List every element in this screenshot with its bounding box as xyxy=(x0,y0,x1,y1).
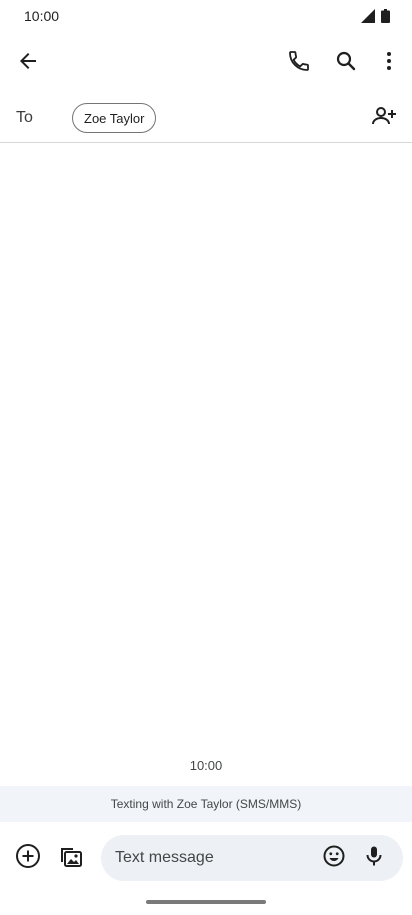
back-button[interactable] xyxy=(8,43,48,83)
recipient-chip-label: Zoe Taylor xyxy=(84,110,145,126)
battery-icon xyxy=(381,9,390,28)
gesture-nav-handle[interactable] xyxy=(146,900,266,904)
recipient-chip[interactable]: Zoe Taylor xyxy=(72,103,157,133)
gallery-button[interactable] xyxy=(51,838,91,878)
search-button[interactable] xyxy=(326,43,366,83)
mic-icon xyxy=(362,844,386,873)
texting-info-text: Texting with Zoe Taylor (SMS/MMS) xyxy=(110,797,302,811)
message-input[interactable] xyxy=(115,835,315,881)
more-vert-icon xyxy=(377,49,401,78)
add-recipient-button[interactable] xyxy=(364,98,404,138)
cellular-signal-icon xyxy=(361,9,375,28)
conversation-timestamp: 10:00 xyxy=(189,758,223,773)
compose-bar xyxy=(0,830,412,888)
add-person-icon xyxy=(371,104,397,133)
to-label: To xyxy=(16,109,33,126)
emoji-button[interactable] xyxy=(314,838,354,878)
emoji-icon xyxy=(322,844,346,873)
app-bar xyxy=(0,36,412,90)
message-field[interactable] xyxy=(101,835,403,881)
add-attachment-button[interactable] xyxy=(8,838,48,878)
status-icons xyxy=(361,9,390,28)
recipients-row: To Zoe Taylor xyxy=(0,96,412,143)
search-icon xyxy=(334,49,358,78)
voice-input-button[interactable] xyxy=(354,838,394,878)
conversation-area[interactable] xyxy=(0,143,412,785)
more-options-button[interactable] xyxy=(369,43,409,83)
add-circle-icon xyxy=(15,843,41,874)
back-arrow-icon xyxy=(16,49,40,78)
status-bar: 10:00 xyxy=(0,0,412,32)
status-time: 10:00 xyxy=(24,8,60,24)
phone-icon xyxy=(287,49,311,78)
call-button[interactable] xyxy=(279,43,319,83)
texting-info-banner: Texting with Zoe Taylor (SMS/MMS) xyxy=(0,786,412,822)
gallery-icon xyxy=(58,843,84,874)
